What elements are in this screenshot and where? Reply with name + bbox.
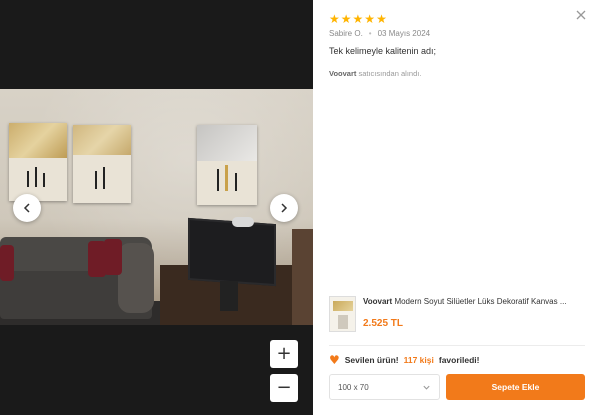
monitor-stand xyxy=(220,281,238,311)
review-panel: ★ ★ ★ ★ ★ Sabire O. • 03 Mayıs 2024 Tek … xyxy=(313,0,600,415)
product-thumbnail[interactable] xyxy=(329,296,356,332)
favorite-prefix: Sevilen ürün! xyxy=(344,355,399,365)
star-icon: ★ xyxy=(352,12,364,26)
chevron-left-icon xyxy=(23,203,30,213)
product-price: 2.525 TL xyxy=(363,318,404,329)
divider xyxy=(329,345,585,346)
star-icon: ★ xyxy=(329,12,340,26)
favorite-count: 117 kişi xyxy=(403,355,434,365)
plus-icon: + xyxy=(276,343,292,364)
review-photo xyxy=(0,89,313,325)
seller-suffix: satıcısından alındı. xyxy=(356,69,422,78)
heart-icon: ♥ xyxy=(329,353,340,367)
zoom-out-button[interactable]: − xyxy=(270,374,298,402)
chevron-right-icon xyxy=(281,203,288,213)
seller-info: Voovart satıcısından alındı. xyxy=(329,69,421,78)
review-meta: Sabire O. • 03 Mayıs 2024 xyxy=(329,29,430,38)
canvas-painting-3 xyxy=(197,125,257,205)
review-date: 03 Mayıs 2024 xyxy=(377,29,431,38)
review-text: Tek kelimeyle kalitenin adı; xyxy=(329,46,437,56)
rating-stars: ★ ★ ★ ★ ★ xyxy=(329,12,387,26)
star-icon: ★ xyxy=(376,12,387,26)
product-title[interactable]: Voovart Modern Soyut Silüetler Lüks Deko… xyxy=(363,297,591,306)
canvas-painting-2 xyxy=(73,125,131,203)
product-name: Modern Soyut Silüetler Lüks Dekoratif Ka… xyxy=(394,297,567,306)
review-author: Sabire O. xyxy=(329,29,363,38)
monitor xyxy=(188,217,276,287)
seller-name: Voovart xyxy=(329,69,357,78)
favorite-suffix: favoriledi! xyxy=(438,355,480,365)
previous-image-button[interactable] xyxy=(13,194,41,222)
favorite-info: ♥ Sevilen ürün! 117 kişi favoriledi! xyxy=(329,353,480,367)
selected-size: 100 x 70 xyxy=(338,382,369,392)
bookshelf xyxy=(292,229,313,325)
next-image-button[interactable] xyxy=(270,194,298,222)
star-icon: ★ xyxy=(340,12,352,26)
size-select[interactable]: 100 x 70 xyxy=(329,374,440,400)
zoom-in-button[interactable]: + xyxy=(270,340,298,368)
media-viewer: + − xyxy=(0,0,313,415)
minus-icon: − xyxy=(276,377,292,398)
star-icon: ★ xyxy=(364,12,376,26)
webcam xyxy=(232,217,254,227)
add-to-cart-button[interactable]: Sepete Ekle xyxy=(446,374,585,400)
product-brand: Voovart xyxy=(363,297,393,306)
close-icon[interactable] xyxy=(574,8,588,22)
canvas-painting-1 xyxy=(9,123,67,201)
sofa xyxy=(0,237,154,325)
product-card[interactable]: Voovart Modern Soyut Silüetler Lüks Deko… xyxy=(329,296,589,336)
chevron-down-icon xyxy=(423,385,430,390)
meta-separator: • xyxy=(368,29,372,38)
